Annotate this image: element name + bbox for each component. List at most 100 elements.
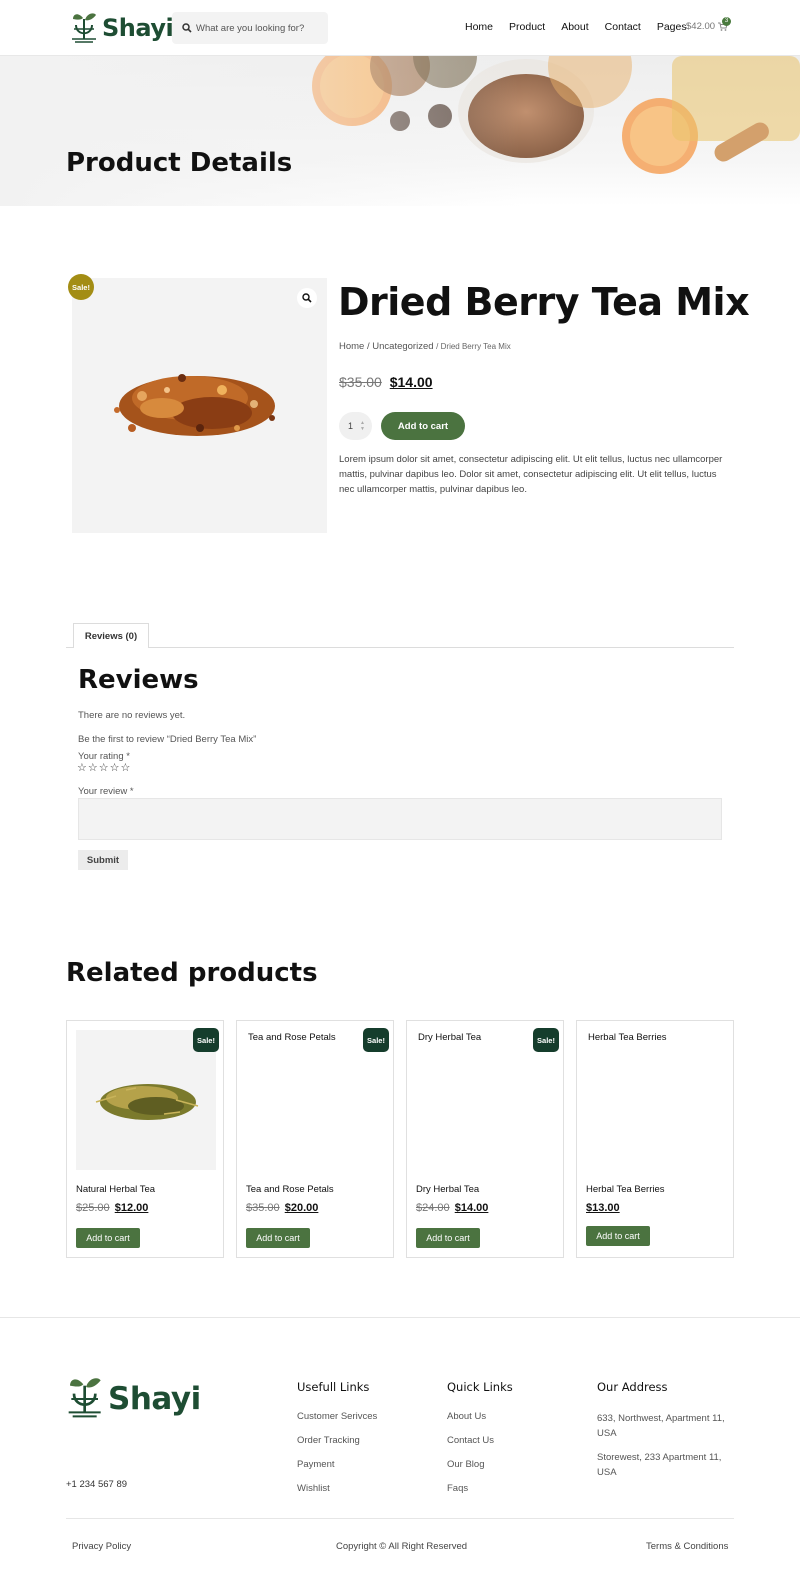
nav-home[interactable]: Home — [465, 21, 493, 33]
product-description: Lorem ipsum dolor sit amet, consectetur … — [339, 454, 723, 495]
sale-badge: Sale! — [68, 274, 94, 300]
leaf-logo-icon — [68, 1378, 101, 1418]
brand-name: Shayi — [102, 14, 174, 42]
image-alt-text[interactable]: Herbal Tea Berries — [588, 1032, 667, 1043]
reviews-heading: Reviews — [78, 665, 199, 695]
related-card[interactable]: Tea and Rose Petals Sale! Tea and Rose P… — [236, 1020, 394, 1258]
sale-price: $20.00 — [284, 1202, 319, 1214]
product-name[interactable]: Tea and Rose Petals — [246, 1184, 334, 1195]
cart-button[interactable]: $42.00 3 — [686, 17, 731, 32]
review-textarea[interactable] — [78, 798, 722, 840]
related-heading: Related products — [66, 958, 318, 988]
add-to-cart-button[interactable]: Add to cart — [76, 1228, 140, 1248]
add-to-cart-button[interactable]: Add to cart — [416, 1228, 480, 1248]
logo[interactable]: Shayi — [70, 10, 174, 46]
sale-badge: Sale! — [533, 1028, 559, 1052]
first-review-text: Be the first to review “Dried Berry Tea … — [78, 734, 257, 745]
product-price: $35.00 $14.00 — [339, 374, 433, 390]
footer-bottom-divider — [66, 1518, 734, 1519]
copyright-text: Copyright © All Right Reserved — [336, 1541, 468, 1552]
leaf-logo-icon — [72, 13, 96, 43]
search-bar — [172, 12, 328, 44]
nav-product[interactable]: Product — [509, 21, 545, 33]
page-title: Product Details — [66, 148, 293, 178]
product-name[interactable]: Dry Herbal Tea — [416, 1184, 479, 1195]
sale-price: $14.00 — [454, 1202, 489, 1214]
product-price: $13.00 — [586, 1202, 620, 1214]
stepper-arrows-icon[interactable]: ▲ ▼ — [360, 420, 365, 432]
magnifier-icon — [302, 293, 312, 303]
old-price: $25.00 — [76, 1202, 110, 1214]
quantity-stepper[interactable]: 1 ▲ ▼ — [339, 412, 372, 440]
regular-price: $13.00 — [586, 1202, 620, 1214]
footer-phone[interactable]: +1 234 567 89 — [66, 1479, 127, 1490]
product-price: $24.00 $14.00 — [416, 1202, 488, 1214]
footer-link[interactable]: Customer Serivces — [297, 1411, 377, 1422]
image-alt-text[interactable]: Dry Herbal Tea — [418, 1032, 481, 1043]
review-label: Your review * — [78, 786, 134, 797]
old-price: $35.00 — [246, 1202, 280, 1214]
product-title: Dried Berry Tea Mix — [338, 280, 750, 324]
add-to-cart-button[interactable]: Add to cart — [246, 1228, 310, 1248]
footer-link[interactable]: Faqs — [447, 1483, 513, 1494]
old-price: $35.00 — [339, 374, 382, 390]
sale-price: $14.00 — [389, 374, 433, 390]
related-card[interactable]: Herbal Tea Berries Herbal Tea Berries $1… — [576, 1020, 734, 1258]
breadcrumb: Home / Uncategorized / Dried Berry Tea M… — [339, 341, 511, 352]
related-card[interactable]: Sale! Natural Herbal Tea $25.00 $12.00 A… — [66, 1020, 224, 1258]
cart-count-badge: 3 — [722, 17, 731, 26]
footer-quick-links: Quick Links About Us Contact Us Our Blog… — [447, 1380, 513, 1507]
footer-link[interactable]: Payment — [297, 1459, 377, 1470]
nav-contact[interactable]: Contact — [605, 21, 641, 33]
site-header: Shayi Home Product About Contact Pages $… — [0, 0, 800, 56]
privacy-policy-link[interactable]: Privacy Policy — [72, 1541, 131, 1552]
add-to-cart-button[interactable]: Add to cart — [381, 412, 465, 440]
product-image[interactable] — [72, 278, 327, 533]
footer-brand-name: Shayi — [108, 1381, 201, 1417]
footer-link[interactable]: Order Tracking — [297, 1435, 377, 1446]
footer-link[interactable]: Our Blog — [447, 1459, 513, 1470]
address-line: Storewest, 233 Apartment 11, USA — [597, 1452, 722, 1478]
product-price: $35.00 $20.00 — [246, 1202, 318, 1214]
submit-button[interactable]: Submit — [78, 850, 128, 870]
product-name[interactable]: Herbal Tea Berries — [586, 1184, 665, 1195]
nav-about[interactable]: About — [561, 21, 588, 33]
sale-badge: Sale! — [193, 1028, 219, 1052]
hero-tea-image — [0, 56, 800, 206]
footer-address: Our Address 633, Northwest, Apartment 11… — [597, 1380, 727, 1489]
dried-berry-tea-image — [114, 374, 275, 436]
rating-stars[interactable]: ☆☆☆☆☆ — [77, 761, 131, 774]
sale-price: $12.00 — [114, 1202, 149, 1214]
quantity-value: 1 — [348, 421, 354, 431]
add-to-cart-button[interactable]: Add to cart — [586, 1226, 650, 1246]
address-line: 633, Northwest, Apartment 11, USA — [597, 1413, 725, 1439]
footer-divider — [0, 1317, 800, 1318]
main-nav: Home Product About Contact Pages — [465, 21, 703, 33]
footer-col-title: Quick Links — [447, 1380, 513, 1394]
footer-useful-links: Usefull Links Customer Serivces Order Tr… — [297, 1380, 377, 1507]
footer-link[interactable]: Wishlist — [297, 1483, 377, 1494]
breadcrumb-category[interactable]: Uncategorized — [372, 341, 433, 352]
tab-divider — [66, 647, 734, 648]
product-name[interactable]: Natural Herbal Tea — [76, 1184, 155, 1195]
related-card[interactable]: Dry Herbal Tea Sale! Dry Herbal Tea $24.… — [406, 1020, 564, 1258]
cart-total: $42.00 — [686, 21, 716, 32]
zoom-button[interactable] — [297, 288, 317, 308]
old-price: $24.00 — [416, 1202, 450, 1214]
product-price: $25.00 $12.00 — [76, 1202, 148, 1214]
breadcrumb-home[interactable]: Home — [339, 341, 364, 352]
sale-badge: Sale! — [363, 1028, 389, 1052]
search-input[interactable] — [196, 22, 321, 34]
footer-col-title: Usefull Links — [297, 1380, 370, 1394]
footer-link[interactable]: Contact Us — [447, 1435, 513, 1446]
image-alt-text[interactable]: Tea and Rose Petals — [248, 1032, 336, 1043]
footer-logo[interactable]: Shayi — [66, 1376, 201, 1422]
nav-pages[interactable]: Pages — [657, 21, 687, 33]
search-icon — [182, 23, 192, 33]
breadcrumb-current: Dried Berry Tea Mix — [440, 342, 511, 351]
tab-reviews[interactable]: Reviews (0) — [73, 623, 149, 648]
footer-link[interactable]: About Us — [447, 1411, 513, 1422]
footer-col-title: Our Address — [597, 1380, 668, 1394]
terms-link[interactable]: Terms & Conditions — [646, 1541, 728, 1552]
hero-banner: Product Details — [0, 56, 800, 206]
